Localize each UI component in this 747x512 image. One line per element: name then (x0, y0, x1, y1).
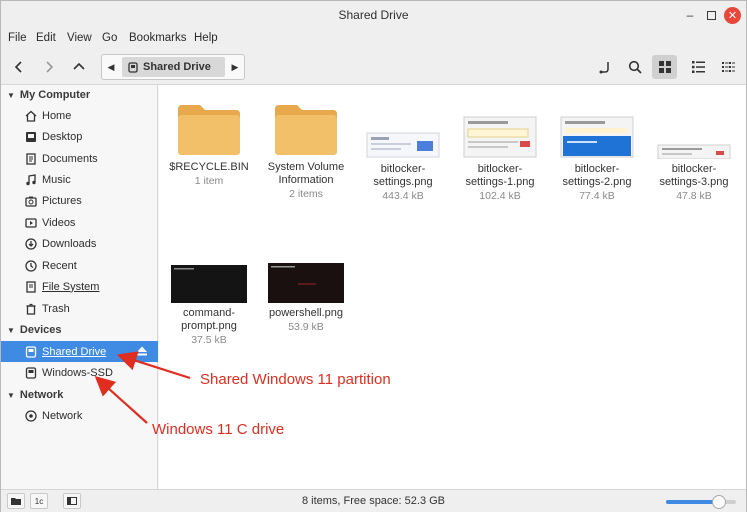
path-right-arrow-icon[interactable]: ▶ (226, 55, 244, 79)
menu-bookmarks[interactable]: Bookmarks (129, 32, 187, 44)
network-icon (25, 409, 37, 422)
window-title: Shared Drive (338, 8, 409, 22)
document-icon (25, 152, 37, 165)
sidebar-item-file-system[interactable]: File System (1, 276, 158, 297)
sidebar-item-documents[interactable]: Documents (1, 148, 158, 169)
sidebar-item-downloads[interactable]: Downloads (1, 233, 158, 254)
list-view-button[interactable] (687, 56, 709, 78)
minimize-icon[interactable]: – (681, 6, 699, 24)
menu-help[interactable]: Help (194, 32, 218, 44)
sidebar-item-trash[interactable]: Trash (1, 298, 158, 319)
file-item-system-volume-information[interactable]: System Volume Information 2 items (260, 101, 352, 200)
sidebar: ▼ My Computer Home Desktop Documents Mus… (1, 85, 158, 489)
folder-icon (273, 101, 339, 157)
folder-icon (176, 101, 242, 157)
annotation-c-drive: Windows 11 C drive (152, 421, 285, 438)
drive-icon (25, 366, 37, 379)
zoom-slider[interactable] (666, 495, 736, 509)
title-bar: Shared Drive – ✕ (1, 1, 746, 29)
up-button[interactable] (68, 56, 90, 78)
trash-icon (25, 303, 37, 315)
sidebar-item-windows-ssd[interactable]: Windows-SSD (1, 362, 158, 383)
eject-icon[interactable] (136, 345, 148, 360)
forward-button[interactable] (38, 56, 60, 78)
search-button[interactable] (624, 56, 646, 78)
breadcrumb-current[interactable]: Shared Drive (122, 57, 225, 77)
file-item-recycle-bin[interactable]: $RECYCLE.BIN 1 item (163, 101, 255, 187)
annotation-shared-partition: Shared Windows 11 partition (200, 371, 391, 388)
collapse-arrow-icon: ▼ (7, 390, 15, 400)
file-item-command-prompt[interactable]: command-prompt.png 37.5 kB (163, 257, 255, 346)
collapse-arrow-icon: ▼ (7, 90, 15, 100)
menu-view[interactable]: View (67, 32, 92, 44)
status-bar: 1c 8 items, Free space: 52.3 GB (1, 489, 746, 512)
forward-icon (46, 61, 54, 73)
image-thumbnail (268, 257, 344, 303)
sidebar-item-home[interactable]: Home (1, 105, 158, 126)
collapse-arrow-icon: ▼ (7, 325, 15, 335)
section-network[interactable]: ▼ Network (7, 389, 63, 401)
drive-icon (128, 61, 138, 73)
sidebar-item-pictures[interactable]: Pictures (1, 190, 158, 211)
pin-icon (599, 62, 609, 74)
file-item-bitlocker-settings[interactable]: bitlocker-settings.png 443.4 kB (357, 101, 449, 202)
sidebar-item-videos[interactable]: Videos (1, 212, 158, 233)
file-item-bitlocker-settings-2[interactable]: bitlocker-settings-2.png 77.4 kB (551, 101, 643, 202)
open-terminal-button[interactable] (594, 56, 616, 78)
zoom-slider-handle[interactable] (711, 495, 726, 509)
download-icon (25, 237, 37, 250)
location-bar: ◀ Shared Drive ▶ (101, 54, 245, 80)
path-left-arrow-icon[interactable]: ◀ (102, 55, 120, 79)
file-system-icon (25, 280, 37, 293)
menu-go[interactable]: Go (102, 32, 117, 44)
camera-icon (25, 195, 37, 207)
close-icon[interactable]: ✕ (724, 7, 741, 24)
toolbar: ◀ Shared Drive ▶ (1, 49, 746, 85)
home-icon (25, 110, 37, 122)
section-devices[interactable]: ▼ Devices (7, 324, 62, 336)
menu-edit[interactable]: Edit (36, 32, 56, 44)
menu-bar: File Edit View Go Bookmarks Help (1, 29, 746, 49)
search-icon (628, 60, 642, 74)
menu-file[interactable]: File (8, 32, 27, 44)
up-icon (73, 62, 85, 70)
drive-icon (25, 345, 37, 358)
music-icon (25, 173, 37, 186)
zoom-slider-fill (666, 500, 719, 504)
image-thumbnail (462, 101, 538, 159)
desktop-icon (25, 131, 37, 143)
file-item-bitlocker-settings-3[interactable]: bitlocker-settings-3.png 47.8 kB (648, 101, 740, 202)
image-thumbnail (559, 101, 635, 159)
list-icon (691, 61, 705, 73)
file-manager-window: Shared Drive – ✕ File Edit View Go Bookm… (0, 0, 747, 512)
compact-list-icon (721, 62, 735, 72)
image-thumbnail (656, 101, 732, 159)
sidebar-item-desktop[interactable]: Desktop (1, 126, 158, 147)
video-icon (25, 217, 37, 229)
sidebar-item-music[interactable]: Music (1, 169, 158, 190)
maximize-icon[interactable] (702, 6, 720, 24)
status-text: 8 items, Free space: 52.3 GB (301, 495, 446, 507)
back-button[interactable] (8, 56, 30, 78)
grid-icon (658, 61, 671, 73)
sidebar-item-shared-drive[interactable]: Shared Drive (1, 341, 158, 362)
file-item-bitlocker-settings-1[interactable]: bitlocker-settings-1.png 102.4 kB (454, 101, 546, 202)
image-thumbnail (365, 101, 441, 159)
compact-view-button[interactable] (717, 56, 739, 78)
sidebar-item-recent[interactable]: Recent (1, 255, 158, 276)
breadcrumb-label: Shared Drive (143, 61, 211, 73)
sidebar-item-network[interactable]: Network (1, 405, 158, 426)
clock-icon (25, 259, 37, 272)
icon-view-button[interactable] (652, 55, 677, 79)
image-thumbnail (171, 257, 247, 303)
file-item-powershell[interactable]: powershell.png 53.9 kB (260, 257, 352, 333)
section-my-computer[interactable]: ▼ My Computer (7, 89, 90, 101)
back-icon (14, 61, 22, 73)
